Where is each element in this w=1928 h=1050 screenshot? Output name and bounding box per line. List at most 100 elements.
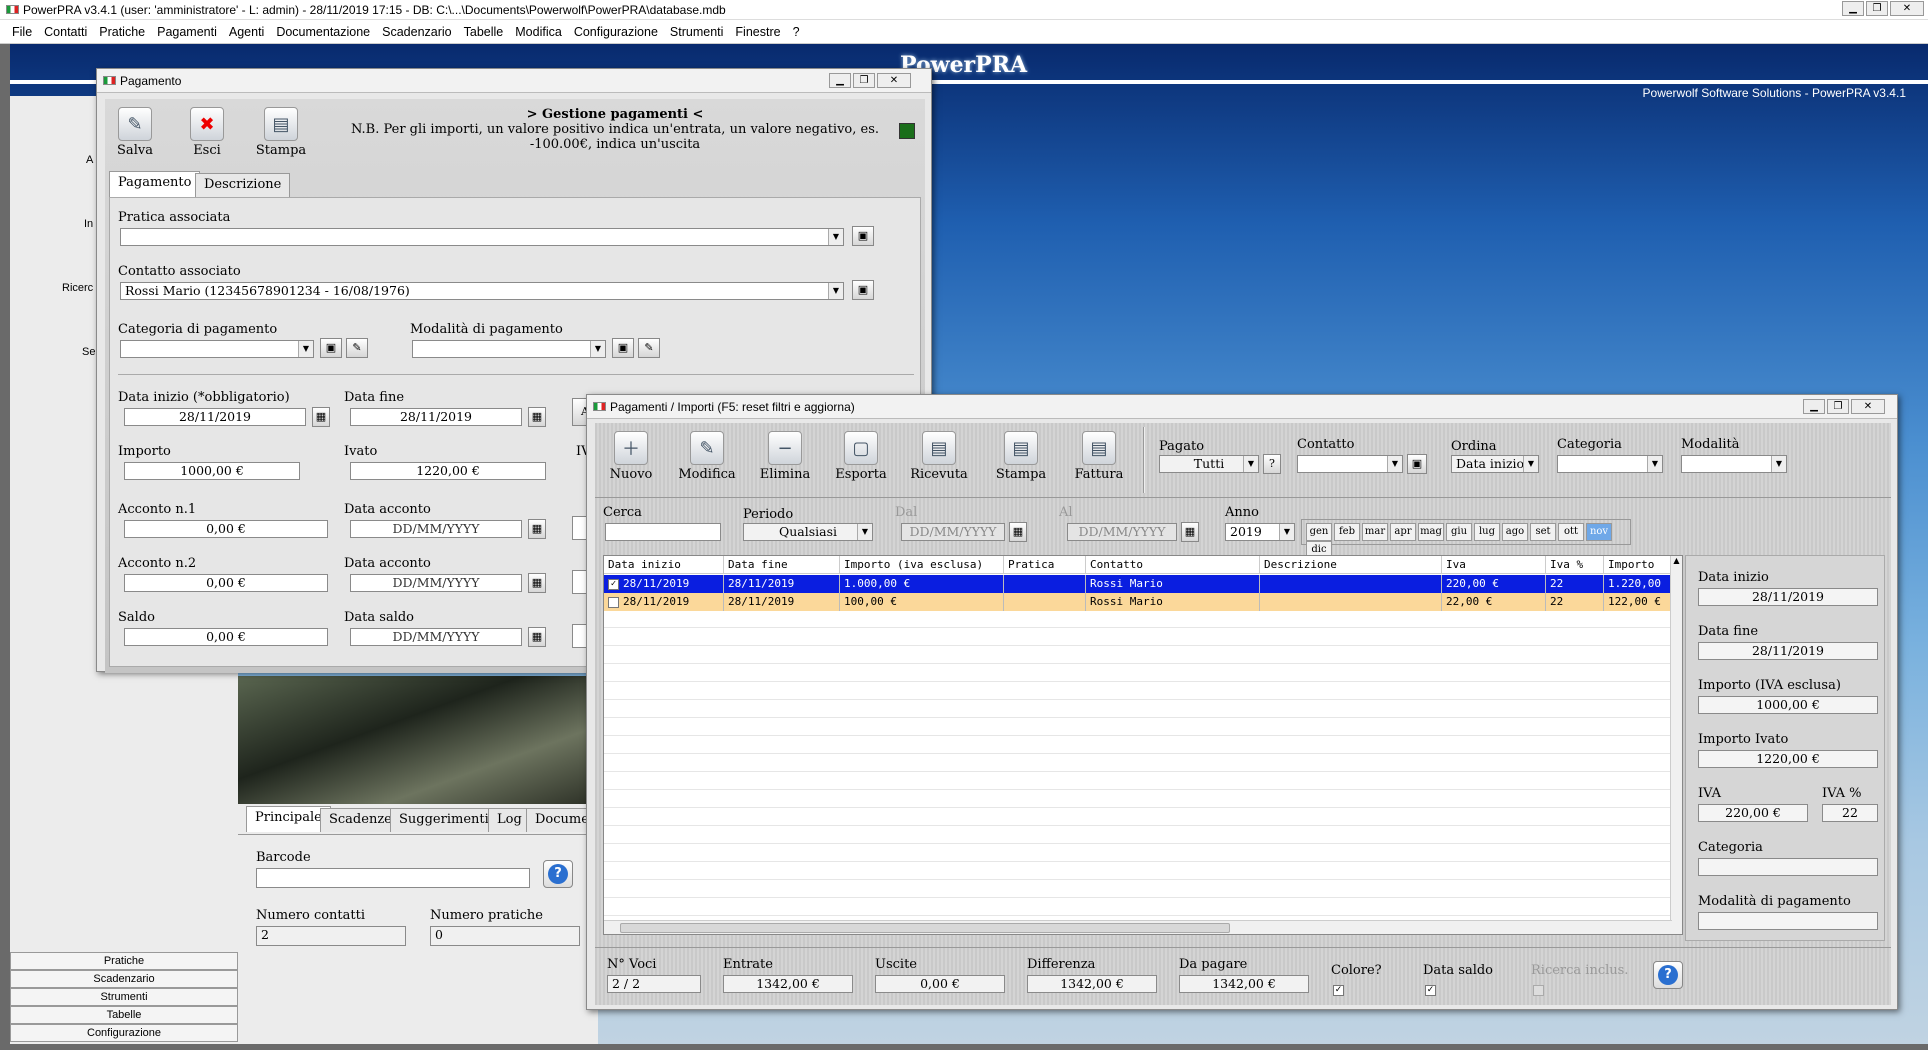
menu-pagamenti[interactable]: Pagamenti bbox=[151, 25, 223, 39]
restore-icon[interactable]: ❐ bbox=[1827, 399, 1849, 414]
nav-tabelle[interactable]: Tabelle bbox=[10, 1006, 238, 1024]
minimize-icon[interactable]: ▁ bbox=[829, 73, 851, 88]
menu-modifica[interactable]: Modifica bbox=[509, 25, 568, 39]
month-ago[interactable]: ago bbox=[1502, 523, 1528, 541]
restore-icon[interactable]: ❐ bbox=[853, 73, 875, 88]
ricerca-checkbox[interactable] bbox=[1533, 985, 1544, 996]
tab-scadenze[interactable]: Scadenze bbox=[320, 808, 401, 832]
modifica-button[interactable]: ✎ Modifica bbox=[675, 431, 739, 482]
datasaldo-checkbox[interactable]: ✓ bbox=[1425, 985, 1436, 996]
categoria-filter-select[interactable]: ▼ bbox=[1557, 455, 1663, 473]
acconto2-calendar-icon[interactable]: ▦ bbox=[528, 573, 546, 593]
modalita-lookup-button[interactable]: ▣ bbox=[612, 338, 634, 358]
menu-configurazione[interactable]: Configurazione bbox=[568, 25, 664, 39]
contatto-lookup-button[interactable]: ▣ bbox=[852, 280, 874, 300]
col-data-inizio[interactable]: Data inizio bbox=[604, 556, 724, 573]
acconto1-date-input[interactable]: DD/MM/YYYY bbox=[350, 520, 522, 538]
al-calendar-icon[interactable]: ▦ bbox=[1181, 522, 1199, 542]
modalita-select[interactable]: ▼ bbox=[412, 340, 606, 358]
contatto-filter-select[interactable]: ▼ bbox=[1297, 455, 1403, 473]
close-icon[interactable]: ✕ bbox=[1851, 399, 1885, 414]
modalita-filter-select[interactable]: ▼ bbox=[1681, 455, 1787, 473]
month-set[interactable]: set bbox=[1530, 523, 1556, 541]
month-lug[interactable]: lug bbox=[1474, 523, 1500, 541]
esporta-button[interactable]: ▢ Esporta bbox=[831, 431, 891, 482]
nav-strumenti[interactable]: Strumenti bbox=[10, 988, 238, 1006]
minimize-icon[interactable]: ▁ bbox=[1803, 399, 1825, 414]
acconto2-date-input[interactable]: DD/MM/YYYY bbox=[350, 574, 522, 592]
col-descrizione[interactable]: Descrizione bbox=[1260, 556, 1442, 573]
close-icon[interactable]: ✕ bbox=[1890, 1, 1924, 16]
cerca-input[interactable] bbox=[605, 523, 721, 541]
ricevuta-button[interactable]: ▤ Ricevuta bbox=[907, 431, 971, 482]
categoria-lookup-button[interactable]: ▣ bbox=[320, 338, 342, 358]
menu-scadenzario[interactable]: Scadenzario bbox=[376, 25, 458, 39]
print-button[interactable]: ▤ Stampa bbox=[255, 107, 307, 158]
table-row[interactable]: ✓ 28/11/2019 28/11/2019 1.000,00 € Rossi … bbox=[604, 575, 1672, 593]
table-row[interactable]: 28/11/2019 28/11/2019 100,00 € Rossi Mar… bbox=[604, 593, 1672, 611]
month-ott[interactable]: ott bbox=[1558, 523, 1584, 541]
periodo-select[interactable]: Qualsiasi ▼ bbox=[743, 523, 873, 541]
row-checkbox[interactable] bbox=[608, 596, 619, 608]
importo-input[interactable]: 1000,00 €▲▼ bbox=[124, 462, 300, 480]
fattura-button[interactable]: ▤ Fattura bbox=[1069, 431, 1129, 482]
pagato-select[interactable]: Tutti ▼ bbox=[1159, 455, 1259, 473]
col-data-fine[interactable]: Data fine bbox=[724, 556, 840, 573]
hscroll-thumb[interactable] bbox=[620, 923, 1230, 933]
col-importo-tot[interactable]: Importo bbox=[1604, 556, 1672, 573]
saldo-input[interactable]: 0,00 € bbox=[124, 628, 328, 646]
data-inizio-calendar-icon[interactable]: ▦ bbox=[312, 407, 330, 427]
month-nov[interactable]: nov bbox=[1586, 523, 1612, 541]
data-fine-input[interactable]: 28/11/2019 bbox=[350, 408, 522, 426]
nav-configurazione[interactable]: Configurazione bbox=[10, 1024, 238, 1042]
menu-tabelle[interactable]: Tabelle bbox=[458, 25, 510, 39]
acconto2-input[interactable]: 0,00 € bbox=[124, 574, 328, 592]
menu-help[interactable]: ? bbox=[787, 25, 806, 39]
list-help-button[interactable]: ? bbox=[1653, 961, 1683, 989]
grid-hscrollbar[interactable] bbox=[604, 920, 1672, 934]
contatto-select[interactable]: Rossi Mario (12345678901234 - 16/08/1976… bbox=[120, 282, 844, 300]
dal-calendar-icon[interactable]: ▦ bbox=[1009, 522, 1027, 542]
data-fine-calendar-icon[interactable]: ▦ bbox=[528, 407, 546, 427]
data-saldo-calendar-icon[interactable]: ▦ bbox=[528, 627, 546, 647]
tab-log[interactable]: Log bbox=[488, 808, 531, 832]
col-contatto[interactable]: Contatto bbox=[1086, 556, 1260, 573]
dal-input[interactable]: DD/MM/YYYY bbox=[901, 523, 1005, 541]
grid-vscrollbar[interactable]: ▲ bbox=[1670, 556, 1682, 934]
acconto1-calendar-icon[interactable]: ▦ bbox=[528, 519, 546, 539]
menu-pratiche[interactable]: Pratiche bbox=[93, 25, 151, 39]
pagato-help-button[interactable]: ? bbox=[1263, 454, 1281, 474]
pratica-lookup-button[interactable]: ▣ bbox=[852, 226, 874, 246]
menu-strumenti[interactable]: Strumenti bbox=[664, 25, 730, 39]
nav-pratiche[interactable]: Pratiche bbox=[10, 952, 238, 970]
barcode-help-button[interactable]: ? bbox=[543, 860, 573, 888]
elimina-button[interactable]: − Elimina bbox=[755, 431, 815, 482]
stampa-button[interactable]: ▤ Stampa bbox=[991, 431, 1051, 482]
close-icon[interactable]: ✕ bbox=[877, 73, 911, 88]
tab-principale[interactable]: Principale bbox=[246, 806, 331, 832]
exit-button[interactable]: ✖ Esci bbox=[183, 107, 231, 158]
anno-select[interactable]: 2019 ▼ bbox=[1225, 523, 1295, 541]
menu-file[interactable]: File bbox=[6, 25, 38, 39]
contatto-lookup-button[interactable]: ▣ bbox=[1407, 454, 1427, 474]
data-inizio-input[interactable]: 28/11/2019 bbox=[124, 408, 306, 426]
ivato-input[interactable]: 1220,00 € bbox=[350, 462, 546, 480]
month-gen[interactable]: gen bbox=[1306, 523, 1332, 541]
tab-descrizione[interactable]: Descrizione bbox=[195, 173, 291, 197]
tab-pagamento[interactable]: Pagamento bbox=[109, 171, 201, 197]
categoria-edit-button[interactable]: ✎ bbox=[346, 338, 368, 358]
nav-scadenzario[interactable]: Scadenzario bbox=[10, 970, 238, 988]
month-feb[interactable]: feb bbox=[1334, 523, 1360, 541]
month-apr[interactable]: apr bbox=[1390, 523, 1416, 541]
ordina-select[interactable]: Data inizio ▼ bbox=[1451, 455, 1539, 473]
menu-contatti[interactable]: Contatti bbox=[38, 25, 93, 39]
data-saldo-input[interactable]: DD/MM/YYYY bbox=[350, 628, 522, 646]
minimize-icon[interactable]: ▁ bbox=[1842, 1, 1864, 16]
tab-suggerimenti[interactable]: Suggerimenti bbox=[390, 808, 498, 832]
pratica-select[interactable]: ▼ bbox=[120, 228, 844, 246]
month-mar[interactable]: mar bbox=[1362, 523, 1388, 541]
col-iva[interactable]: Iva bbox=[1442, 556, 1546, 573]
month-giu[interactable]: giu bbox=[1446, 523, 1472, 541]
nuovo-button[interactable]: ＋ Nuovo bbox=[601, 431, 661, 482]
row-checkbox[interactable]: ✓ bbox=[608, 578, 619, 590]
